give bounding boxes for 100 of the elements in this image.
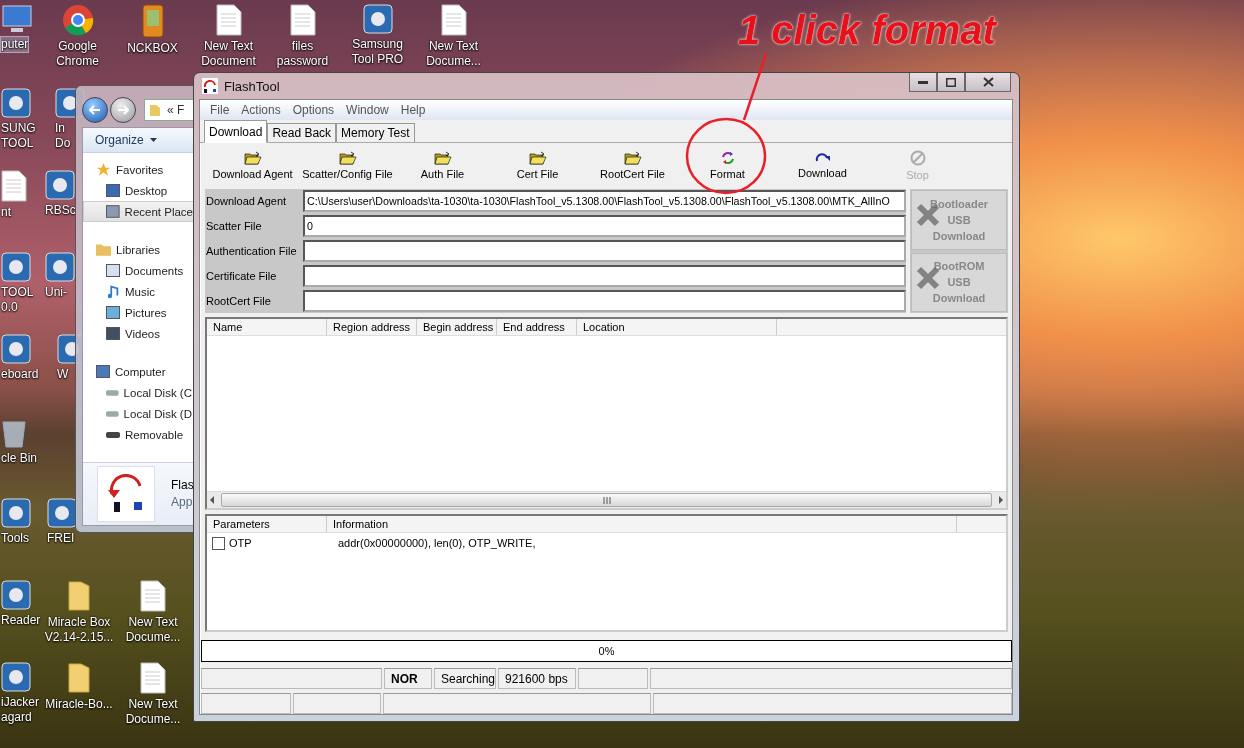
desktop-icon-label[interactable]: files password [276,39,329,69]
desktop-icon-label[interactable]: cle Bin [1,451,38,466]
nav-group-item[interactable]: Computer [83,361,193,382]
desktop-icon-label[interactable]: Uni- [45,285,67,300]
column-header[interactable]: Information [327,516,957,532]
menu-item[interactable]: Options [286,103,341,117]
desktop-icon-label[interactable]: Reader [1,613,41,628]
desktop-icon-label[interactable]: New Text Docume... [125,615,181,645]
scroll-right-icon[interactable] [996,495,1006,505]
nav-item[interactable]: Pictures [83,302,193,323]
drive-icon [106,389,119,396]
column-header[interactable]: Name [207,319,327,335]
text-document-icon [140,580,166,612]
nav-item[interactable]: Documents [83,260,193,281]
status-cell: Searching [434,668,496,689]
app-thumbnail [97,466,155,522]
file-path-field[interactable]: 0 [303,215,906,237]
open-folder-icon [243,150,262,165]
grip-icon [602,496,611,504]
app-icon [202,78,218,94]
arrow-right-icon [117,104,129,115]
menu-item[interactable]: Window [340,103,395,117]
minimize-icon [918,80,928,84]
app-icon [45,252,75,282]
toolbar-button[interactable]: Scatter/Config File [300,150,395,180]
menu-item[interactable]: Actions [235,103,287,117]
open-folder-icon [433,150,452,165]
forward-button[interactable] [110,96,136,123]
desktop-icon-label[interactable]: New Text Document [201,39,256,69]
desktop-icon-label[interactable]: SUNG TOOL [1,121,36,151]
open-folder-icon [528,150,547,165]
desktop-icon-label[interactable]: Miracle-Bo... [45,697,113,712]
nav-item[interactable]: Videos [83,323,193,344]
desktop-icon-label[interactable]: RBSc [45,203,76,218]
horizontal-scrollbar[interactable] [207,491,1006,508]
tab[interactable]: Read Back [267,123,337,142]
nav-item[interactable]: Recent Place [83,201,193,222]
toolbar-button[interactable]: Format [680,150,775,180]
close-icon [982,77,994,87]
nav-item[interactable]: Local Disk (D [83,403,193,424]
folder-icon [149,102,161,117]
menu-item[interactable]: Help [394,103,432,117]
nav-group-item[interactable]: Favorites [83,159,193,180]
toolbar-button[interactable]: Download Agent [205,150,300,180]
desktop-icon-label[interactable]: TOOL 0.0 [1,285,34,315]
desktop-icon-label[interactable]: puter [1,37,29,52]
nav-item[interactable]: Music [83,281,193,302]
file-path-field[interactable] [303,265,906,287]
toolbar-button[interactable]: RootCert File [585,150,680,180]
desktop-icon-label[interactable]: NCKBOX [127,41,178,56]
desktop-icon-label[interactable]: Google Chrome [56,39,99,69]
checkbox[interactable] [212,536,225,550]
desktop-icon-label[interactable]: New Text Docume... [426,39,481,69]
file-path-field[interactable] [303,240,906,262]
format-arrows-icon [720,150,735,165]
app-icon [1,580,31,610]
toolbar-button[interactable]: Auth File [395,150,490,180]
file-path-field[interactable] [303,290,906,312]
desktop-icon-label[interactable]: New Text Docume... [125,697,181,727]
stop-icon [909,149,926,166]
close-button[interactable] [965,73,1011,92]
column-header[interactable]: Begin address [417,319,497,335]
nav-item[interactable]: Removable [83,424,193,445]
scroll-thumb[interactable] [221,493,992,507]
toolbar-button[interactable]: Cert File [490,150,585,180]
desktop-icon-label[interactable]: eboard [1,367,39,382]
nav-item[interactable]: Local Disk (C [83,382,193,403]
field-label: RootCert File [205,294,272,309]
maximize-button[interactable] [937,73,965,92]
desktop-icon-label[interactable]: Samsung Tool PRO [351,37,404,67]
column-header[interactable]: End address [497,319,577,335]
menu-item[interactable]: File [204,103,236,117]
parameter-name: OTP [229,537,252,549]
tab[interactable]: Download [204,120,268,143]
column-header[interactable]: Region address [327,319,417,335]
organize-button[interactable]: Organize [83,128,193,153]
desktop-icon-label[interactable]: nt [1,205,11,220]
address-bar[interactable]: « F [144,98,193,121]
toolbar-button[interactable]: Download [775,151,870,179]
app-icon [1,252,31,282]
nav-group-item[interactable]: Libraries [83,239,193,260]
back-button[interactable] [82,96,108,123]
desktop-icon-label[interactable]: FREI [47,531,75,546]
desktop-icon-label[interactable]: W [57,367,69,382]
tab[interactable]: Memory Test [336,123,415,142]
column-header[interactable]: Location [577,319,777,335]
open-folder-icon [623,150,642,165]
arrow-left-icon [89,104,101,115]
column-header[interactable]: Parameters [207,516,327,532]
file-path-field[interactable]: C:\Users\user\Downloads\ta-1030\ta-1030\FlashTool_v5.1308.00\FlashTool_v5.1308.00\FlashTool_v5.1308.00\MTK_AllInO [303,190,906,212]
nav-item[interactable]: Desktop [83,180,193,201]
minimize-button[interactable] [909,73,937,92]
curved-arrow-icon [814,151,831,164]
desktop-icon-label[interactable]: iJacker agard [1,695,39,725]
desktop-icon-label[interactable]: Tools [1,531,29,546]
desktop-icon-label[interactable]: Miracle Box V2.14-2.15... [44,615,114,645]
desktop-icon-label[interactable]: In Do [55,121,71,151]
caret-icon [149,138,157,142]
folder-icon [96,243,111,256]
field-label: Scatter File [205,219,263,234]
